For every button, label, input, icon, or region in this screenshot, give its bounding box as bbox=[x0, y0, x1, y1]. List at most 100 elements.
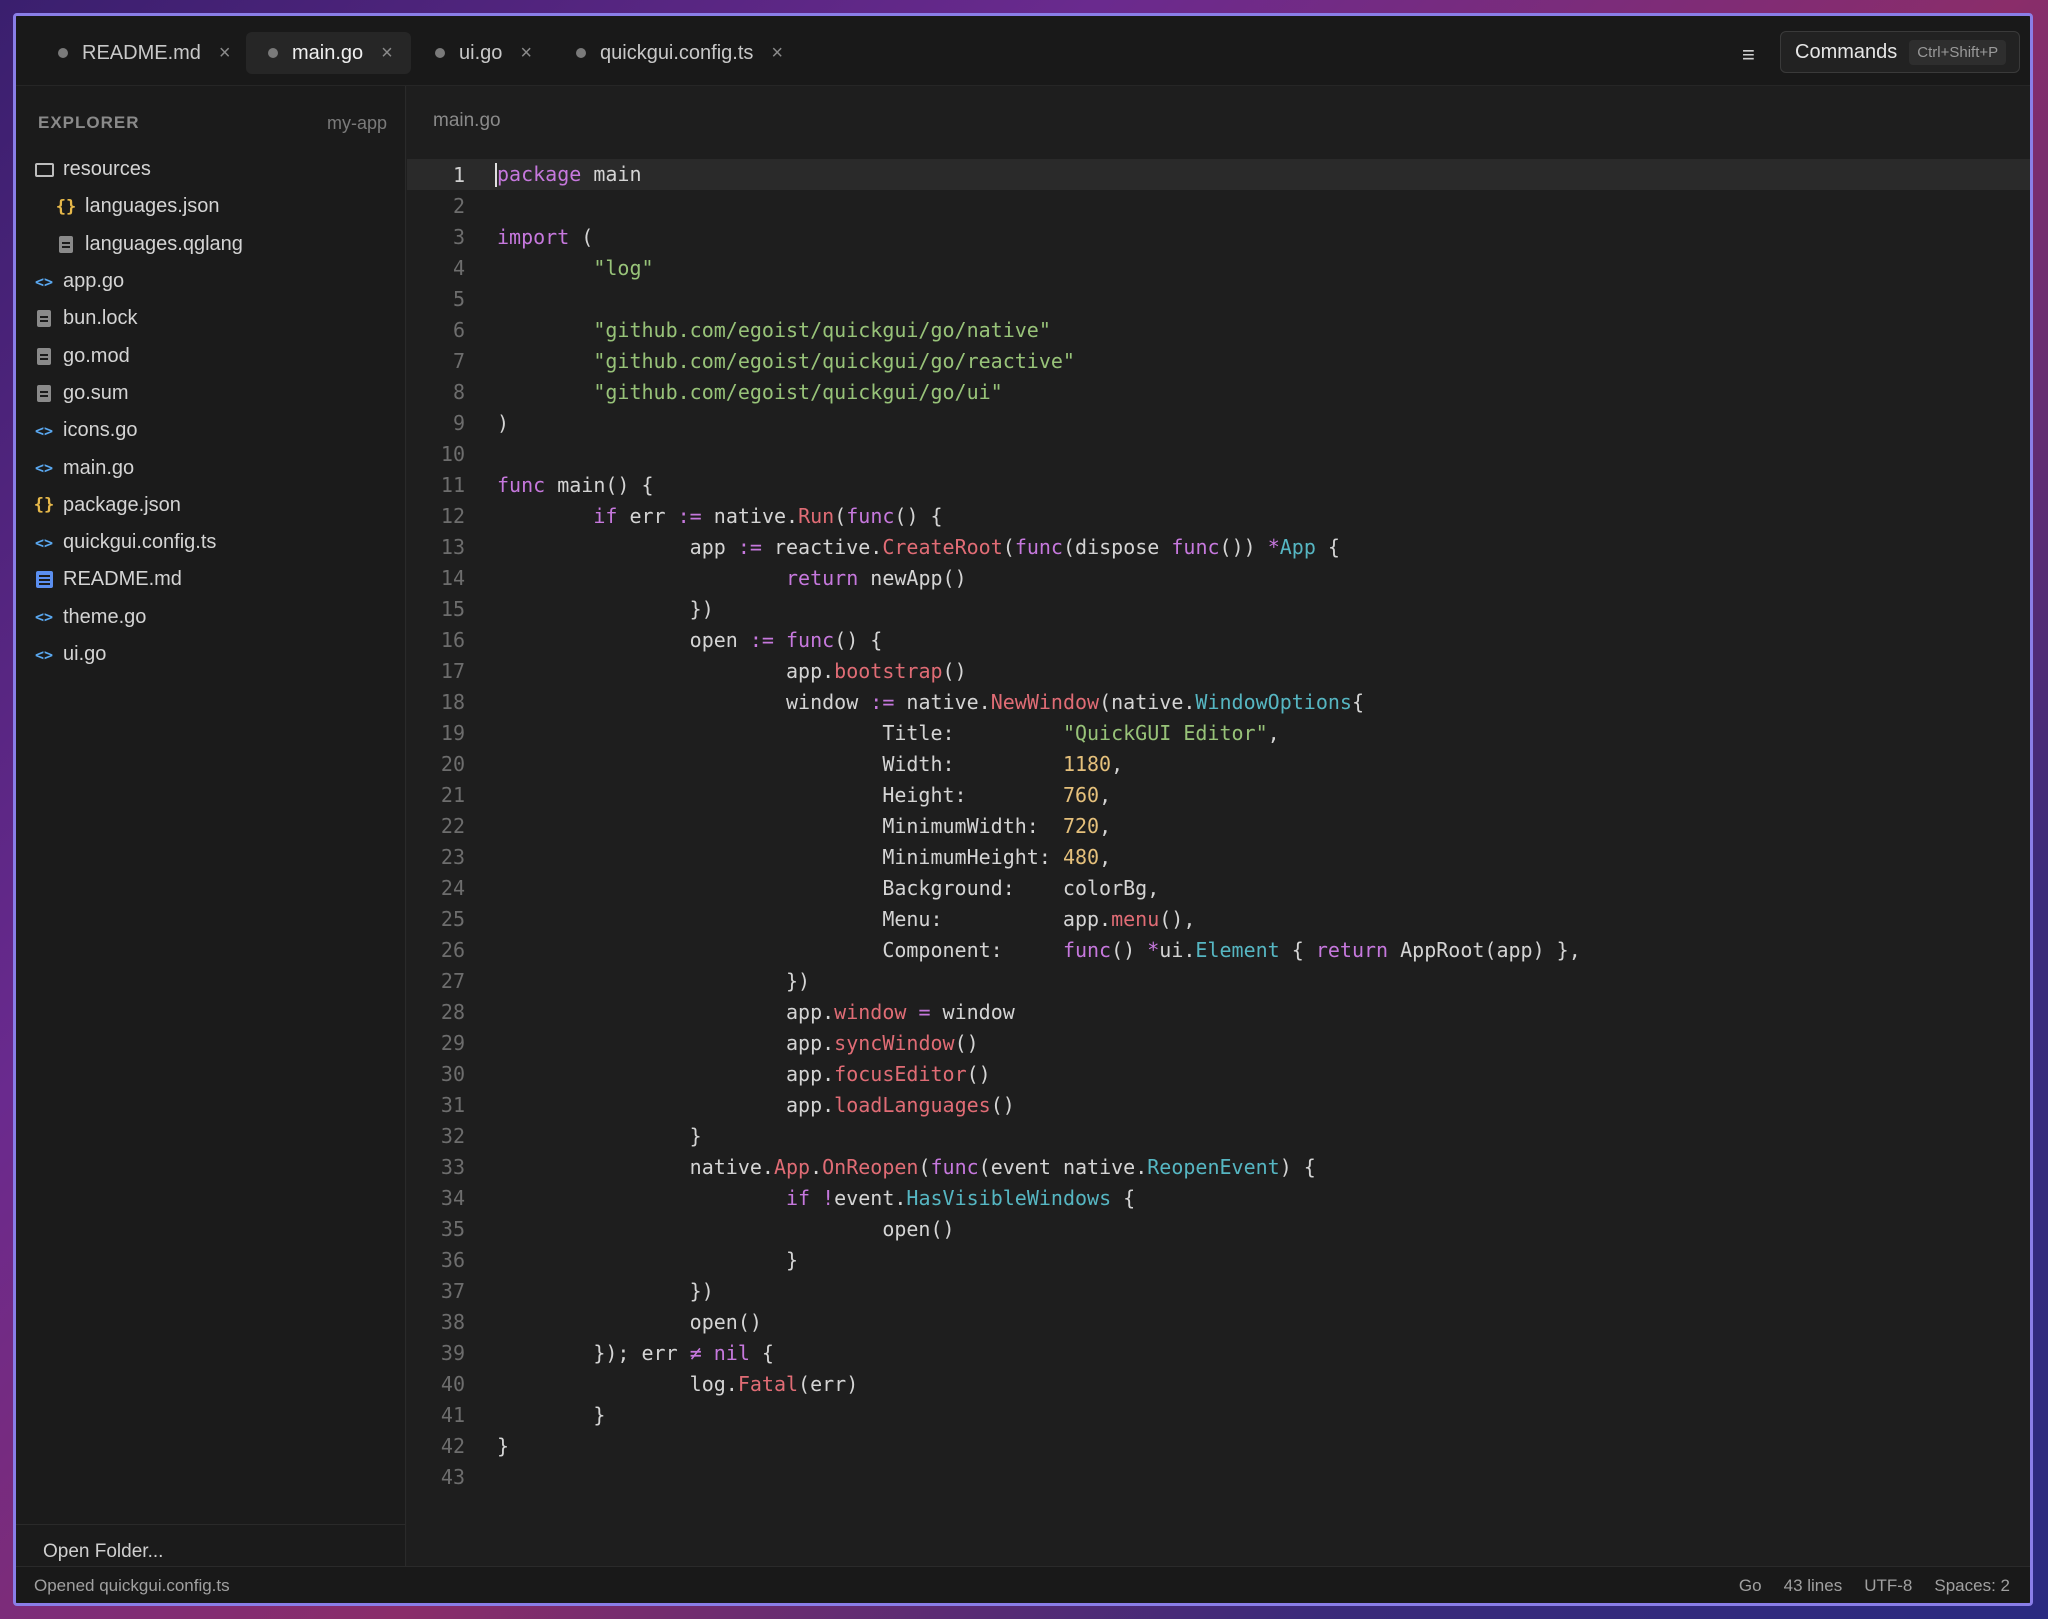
code-line[interactable]: 39 }); err ≠ nil { bbox=[407, 1337, 2030, 1368]
tree-item-quickgui-config[interactable]: <> quickgui.config.ts bbox=[16, 524, 405, 561]
line-text: window := native.NewWindow(native.Window… bbox=[497, 689, 1364, 714]
code-line[interactable]: 10 bbox=[407, 438, 2030, 469]
status-message: Opened quickgui.config.ts bbox=[34, 1576, 230, 1595]
tree-item-ui-go[interactable]: <> ui.go bbox=[16, 636, 405, 673]
code-icon: <> bbox=[34, 272, 54, 291]
code-line[interactable]: 23 MinimumHeight: 480, bbox=[407, 841, 2030, 872]
tree-item-bun-lock[interactable]: bun.lock bbox=[16, 300, 405, 337]
code-editor[interactable]: main.go 1 package main 2 3 import (4 "log" 5 6… bbox=[407, 86, 2030, 1576]
line-text: } bbox=[497, 1123, 702, 1148]
code-line[interactable]: 17 app.bootstrap() bbox=[407, 655, 2030, 686]
tree-item-go-sum[interactable]: go.sum bbox=[16, 375, 405, 412]
code-line[interactable]: 35 open() bbox=[407, 1213, 2030, 1244]
tab-main-go[interactable]: main.go × bbox=[246, 32, 411, 74]
code-line[interactable]: 2 bbox=[407, 190, 2030, 221]
code-line[interactable]: 11 func main() { bbox=[407, 469, 2030, 500]
code-line[interactable]: 25 Menu: app.menu(), bbox=[407, 903, 2030, 934]
code-line[interactable]: 9) bbox=[407, 407, 2030, 438]
project-name: my-app bbox=[326, 113, 387, 133]
line-text: "log" bbox=[593, 255, 654, 280]
code-line[interactable]: 18 window := native.NewWindow(native.Win… bbox=[407, 686, 2030, 717]
code-line[interactable]: 22 MinimumWidth: 720, bbox=[407, 810, 2030, 841]
code-line[interactable]: 29 app.syncWindow() bbox=[407, 1027, 2030, 1058]
code-lines[interactable]: 1 package main 2 3 import (4 "log" 5 6 "github… bbox=[407, 159, 2030, 1492]
tree-item-icons-go[interactable]: <> icons.go bbox=[16, 412, 405, 449]
commands-button[interactable]: Commands Ctrl+Shift+P bbox=[1780, 31, 2020, 73]
tree-item-theme-go[interactable]: <> theme.go bbox=[16, 599, 405, 636]
close-icon[interactable]: × bbox=[219, 42, 231, 65]
line-number: 28 bbox=[440, 999, 465, 1024]
code-line[interactable]: 26 Component: func() *ui.Element { retur… bbox=[407, 934, 2030, 965]
close-icon[interactable]: × bbox=[520, 42, 532, 65]
tree-item-resources[interactable]: resources bbox=[16, 151, 405, 188]
code-line[interactable]: 4 "log" bbox=[407, 252, 2030, 283]
code-line[interactable]: 34 if !event.HasVisibleWindows { bbox=[407, 1182, 2030, 1213]
code-line[interactable]: 24 Background: colorBg, bbox=[407, 872, 2030, 903]
line-text: Height: 760, bbox=[497, 782, 1112, 807]
code-line[interactable]: 36 } bbox=[407, 1244, 2030, 1275]
close-icon[interactable]: × bbox=[381, 42, 393, 65]
line-text: app.syncWindow() bbox=[497, 1030, 979, 1055]
code-line[interactable]: 40 log.Fatal(err) bbox=[407, 1368, 2030, 1399]
code-line[interactable]: 1 package main bbox=[407, 159, 2030, 190]
tab-readme[interactable]: README.md × bbox=[36, 32, 249, 74]
code-line[interactable]: 31 app.loadLanguages() bbox=[407, 1089, 2030, 1120]
status-bar: Opened quickgui.config.ts Go 43 lines UT… bbox=[16, 1566, 2030, 1603]
tree-item-label: bun.lock bbox=[63, 307, 138, 330]
file-icon bbox=[33, 384, 55, 402]
code-line[interactable]: 21 Height: 760, bbox=[407, 779, 2030, 810]
tree-item-label: package.json bbox=[63, 493, 181, 516]
code-line[interactable]: 7 "github.com/egoist/quickgui/go/reactiv… bbox=[407, 345, 2030, 376]
code-line[interactable]: 8 "github.com/egoist/quickgui/go/ui" bbox=[407, 376, 2030, 407]
code-line[interactable]: 19 Title: "QuickGUI Editor", bbox=[407, 717, 2030, 748]
code-line[interactable]: 15 }) bbox=[407, 593, 2030, 624]
unsaved-dot-icon bbox=[268, 48, 278, 58]
close-icon[interactable]: × bbox=[771, 42, 783, 65]
commands-label: Commands bbox=[1795, 40, 1898, 63]
code-line[interactable]: 28 app.window = window bbox=[407, 996, 2030, 1027]
line-number: 33 bbox=[440, 1154, 465, 1179]
code-line[interactable]: 30 app.focusEditor() bbox=[407, 1058, 2030, 1089]
tree-item-main-go[interactable]: <> main.go bbox=[16, 449, 405, 486]
tree-item-languages-json[interactable]: {} languages.json bbox=[16, 188, 405, 225]
line-text: app.window = window bbox=[497, 999, 1015, 1024]
code-line[interactable]: 33 native.App.OnReopen(func(event native… bbox=[407, 1151, 2030, 1182]
line-number: 30 bbox=[440, 1061, 465, 1086]
code-line[interactable]: 5 bbox=[407, 283, 2030, 314]
tree-item-label: go.mod bbox=[63, 344, 130, 367]
code-line[interactable]: 38 open() bbox=[407, 1306, 2030, 1337]
code-line[interactable]: 27 }) bbox=[407, 965, 2030, 996]
code-line[interactable]: 12 if err := native.Run(func() { bbox=[407, 500, 2030, 531]
line-number: 37 bbox=[440, 1278, 465, 1303]
code-line[interactable]: 32 } bbox=[407, 1120, 2030, 1151]
tree-item-label: quickgui.config.ts bbox=[63, 531, 217, 554]
code-line[interactable]: 20 Width: 1180, bbox=[407, 748, 2030, 779]
tab-quickgui-config[interactable]: quickgui.config.ts × bbox=[554, 32, 801, 74]
code-line[interactable]: 43 bbox=[407, 1461, 2030, 1492]
tree-item-label: go.sum bbox=[63, 381, 129, 404]
code-line[interactable]: 16 open := func() { bbox=[407, 624, 2030, 655]
line-number: 16 bbox=[440, 627, 465, 652]
tab-ui-go[interactable]: ui.go × bbox=[413, 32, 550, 74]
code-line[interactable]: 14 return newApp() bbox=[407, 562, 2030, 593]
tree-item-readme[interactable]: README.md bbox=[16, 561, 405, 598]
code-line[interactable]: 3 import ( bbox=[407, 221, 2030, 252]
tree-item-label: languages.qglang bbox=[85, 232, 243, 255]
code-line[interactable]: 6 "github.com/egoist/quickgui/go/native" bbox=[407, 314, 2030, 345]
tree-item-go-mod[interactable]: go.mod bbox=[16, 337, 405, 374]
tree-item-app-go[interactable]: <> app.go bbox=[16, 263, 405, 300]
status-language[interactable]: Go bbox=[1739, 1576, 1762, 1596]
code-line[interactable]: 13 app := reactive.CreateRoot(func(dispo… bbox=[407, 531, 2030, 562]
tree-item-package-json[interactable]: {} package.json bbox=[16, 487, 405, 524]
code-line[interactable]: 42} bbox=[407, 1430, 2030, 1461]
code-icon: <> bbox=[34, 533, 54, 552]
status-indent[interactable]: Spaces: 2 bbox=[1934, 1576, 2010, 1596]
line-number: 40 bbox=[440, 1371, 465, 1396]
code-line[interactable]: 41 } bbox=[407, 1399, 2030, 1430]
line-number: 34 bbox=[440, 1185, 465, 1210]
tree-item-languages-qglang[interactable]: languages.qglang bbox=[16, 226, 405, 263]
code-line[interactable]: 37 }) bbox=[407, 1275, 2030, 1306]
status-encoding[interactable]: UTF-8 bbox=[1864, 1576, 1912, 1596]
menu-icon[interactable]: ≡ bbox=[1742, 42, 1755, 68]
line-text: ) bbox=[497, 410, 510, 435]
